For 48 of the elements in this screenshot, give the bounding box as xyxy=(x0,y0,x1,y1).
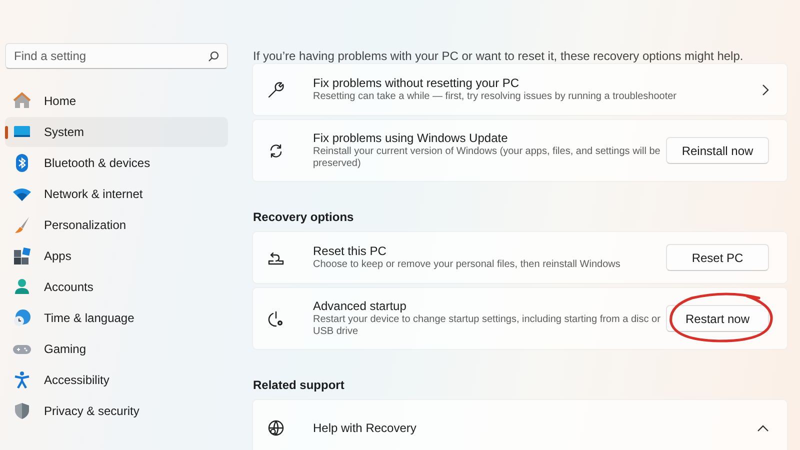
section-heading: Recovery options xyxy=(253,210,355,224)
home-icon xyxy=(13,92,31,110)
selection-indicator xyxy=(5,126,8,139)
bluetooth-icon xyxy=(13,154,31,172)
settings-card[interactable]: Fix problems using Windows Update Reinstall your current version of Windows (your apps, files, and settings will be preserved) Reinstall now xyxy=(252,119,788,182)
card-title: Help with Recovery xyxy=(313,421,418,435)
globe-clock-icon xyxy=(13,309,31,327)
action-button[interactable]: Reinstall now xyxy=(666,137,769,164)
wrench-icon xyxy=(267,80,285,98)
card-title: Reset this PC xyxy=(313,244,388,258)
card-description: Restart your device to change startup settings, including starting from a disc or USB drive xyxy=(313,314,662,338)
settings-card[interactable]: Fix problems without resetting your PC Resetting can take a while — first, try resolving issues by running a troubleshooter xyxy=(252,63,788,116)
globe-search-icon xyxy=(267,419,285,437)
nav-item[interactable]: Home xyxy=(5,86,228,116)
person-icon xyxy=(13,278,31,296)
chevron-up-icon[interactable] xyxy=(757,424,769,432)
accessibility-icon xyxy=(13,371,31,389)
card-description: Choose to keep or remove your personal files, then reinstall Windows xyxy=(313,258,622,272)
chevron-right-icon[interactable] xyxy=(761,84,769,96)
search-icon xyxy=(208,51,219,62)
card-description: Reinstall your current version of Windows (your apps, files, and settings will be preserved) xyxy=(313,146,662,170)
settings-card[interactable]: Help with Recovery xyxy=(252,399,788,450)
card-title: Fix problems using Windows Update xyxy=(313,130,509,144)
action-button[interactable]: Reset PC xyxy=(666,244,769,271)
power-gear-icon xyxy=(267,310,285,328)
nav-item[interactable]: Bluetooth & devices xyxy=(5,148,228,178)
brush-icon xyxy=(13,216,31,234)
nav-item[interactable]: Accounts xyxy=(5,272,228,302)
shield-icon xyxy=(13,402,31,420)
nav-item[interactable]: Network & internet xyxy=(5,179,228,209)
card-title: Advanced startup xyxy=(313,298,408,312)
settings-card[interactable]: Reset this PC Choose to keep or remove your personal files, then reinstall Windows Reset PC xyxy=(252,231,788,284)
nav-item[interactable]: Time & language xyxy=(5,303,228,333)
sync-icon xyxy=(268,142,284,158)
action-button[interactable]: Restart now xyxy=(666,305,769,332)
apps-icon xyxy=(13,247,31,265)
page-description: If you’re having problems with your PC or want to reset it, these recovery options might help. xyxy=(253,49,744,63)
settings-card[interactable]: Advanced startup Restart your device to change startup settings, including starting from a disc or USB drive Restart now xyxy=(252,287,788,350)
nav-item[interactable]: Accessibility xyxy=(5,365,228,395)
section-heading: Related support xyxy=(253,378,346,392)
nav-item[interactable]: Personalization xyxy=(5,210,228,240)
search-field[interactable]: Find a setting xyxy=(5,43,228,69)
nav-item[interactable]: Apps xyxy=(5,241,228,271)
nav-item[interactable]: System xyxy=(5,117,228,147)
card-title: Fix problems without resetting your PC xyxy=(313,76,520,90)
nav-item[interactable]: Privacy & security xyxy=(5,396,228,426)
nav-item[interactable]: Gaming xyxy=(5,334,228,364)
card-description: Resetting can take a while — first, try resolving issues by running a troubleshooter xyxy=(313,90,678,104)
